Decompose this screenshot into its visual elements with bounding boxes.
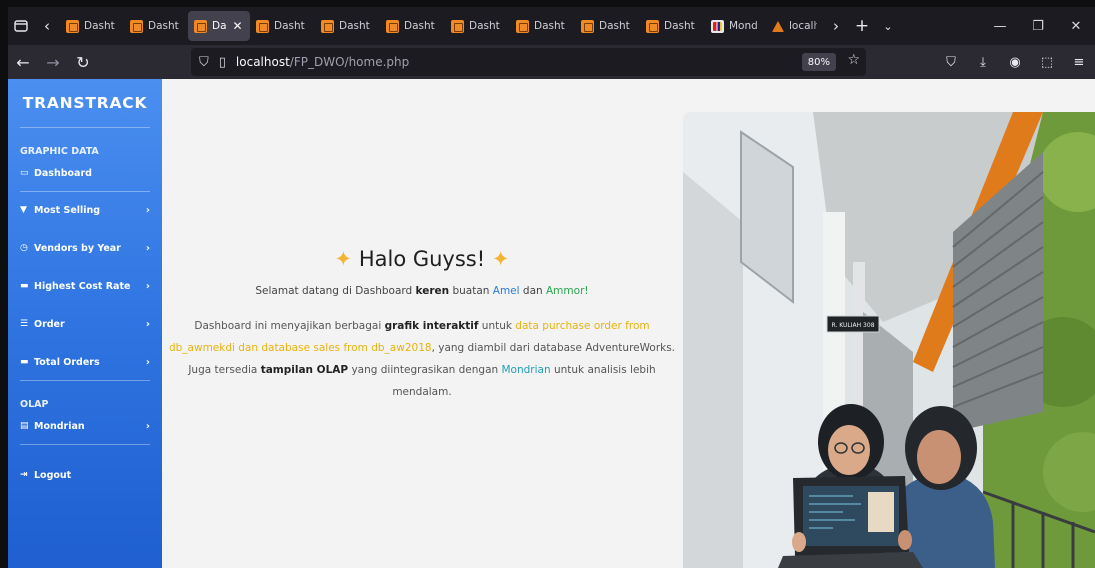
tab-dashboard-2[interactable]: Dasht [124, 11, 188, 41]
list-icon: ☰ [20, 319, 29, 329]
xampp-icon [194, 19, 207, 33]
tab-dashboard-9[interactable]: Dasht [640, 11, 705, 41]
ticket-icon: ▬ [20, 357, 29, 367]
xampp-icon [256, 19, 269, 33]
apache-feather-icon [771, 20, 784, 33]
tab-dashboard-4[interactable]: Dasht [315, 11, 380, 41]
room-sign-text: R. KULIAH 308 [831, 322, 874, 329]
xampp-icon [130, 19, 143, 33]
author-name: Amel [492, 285, 520, 297]
database-icon: ▤ [20, 421, 29, 431]
restore-icon[interactable]: ❐ [1019, 11, 1057, 41]
chevron-right-icon: › [145, 280, 150, 292]
sidebar-divider [20, 191, 150, 192]
sidebar-item-order[interactable]: ☰ Order › [8, 314, 162, 334]
tab-dashboard-8[interactable]: Dasht [575, 11, 640, 41]
sidebar-item-logout[interactable]: ⇥ Logout [8, 465, 162, 485]
chevron-right-icon: › [145, 420, 150, 432]
tab-dashboard-7[interactable]: Dasht [510, 11, 575, 41]
reload-icon[interactable]: ↻ [68, 47, 98, 77]
clock-icon: ◷ [20, 243, 28, 253]
tab-dashboard-5[interactable]: Dasht [380, 11, 445, 41]
page-viewport: TRANSTRACK GRAPHIC DATA ▭ Dashboard ▼ Most… [8, 79, 1095, 568]
navigation-toolbar: ← → ↻ ⛉ ▯ localhost/FP_DWO/home.php 80% … [8, 45, 1095, 79]
section-olap: OLAP [20, 399, 49, 410]
url-path: /FP_DWO/home.php [289, 55, 410, 69]
xampp-icon [581, 19, 594, 33]
account-icon[interactable]: ◉ [999, 47, 1031, 77]
page-title: ✦ Halo Guyss! ✦ [334, 247, 510, 271]
cart-icon: ▼ [20, 205, 27, 215]
close-tab-icon[interactable]: ✕ [233, 19, 243, 33]
pocket-icon[interactable]: ⛉ [935, 47, 967, 77]
sidebar-divider [20, 127, 150, 128]
logout-icon: ⇥ [20, 470, 28, 480]
chevron-right-icon: › [145, 242, 150, 254]
minimize-icon[interactable]: — [981, 11, 1019, 41]
menu-icon[interactable]: ≡ [1063, 47, 1095, 77]
tab-dashboard-active[interactable]: Da ✕ [188, 11, 250, 41]
description-text: Dashboard ini menyajikan berbagai grafik… [168, 320, 676, 398]
sidebar-item-mondrian[interactable]: ▤ Mondrian › [8, 416, 162, 436]
tab-dashboard-6[interactable]: Dasht [445, 11, 510, 41]
ticket-icon: ▬ [20, 281, 29, 291]
tab-list: Dasht Dasht Da ✕ Dasht Dasht Dasht Dasht … [60, 11, 823, 41]
chevron-right-icon: › [145, 356, 150, 368]
team-photo: R. KULIAH 308 [683, 112, 1095, 568]
download-icon[interactable]: ⤓ [967, 47, 999, 77]
xampp-icon [516, 19, 529, 33]
tab-localhost[interactable]: localh [765, 11, 823, 41]
sparkles-icon: ✦ [334, 247, 353, 271]
sparkles-icon: ✦ [491, 247, 510, 271]
sidebar-item-total-orders[interactable]: ▬ Total Orders › [8, 352, 162, 372]
bookmark-star-icon[interactable]: ☆ [847, 52, 860, 68]
author-name: Ammor! [546, 285, 589, 297]
url-host: localhost [235, 55, 290, 69]
brand-logo[interactable]: TRANSTRACK [8, 79, 162, 127]
xampp-icon [386, 19, 399, 33]
xampp-icon [66, 19, 79, 33]
close-window-icon[interactable]: ✕ [1057, 11, 1095, 41]
sidebar-divider [20, 444, 150, 445]
address-bar[interactable]: ⛉ ▯ localhost/FP_DWO/home.php 80% ☆ [191, 48, 866, 76]
sidebar-divider [20, 380, 150, 381]
back-arrow-icon[interactable]: ← [8, 47, 38, 77]
sidebar-item-highest-cost-rate[interactable]: ▬ Highest Cost Rate › [8, 276, 162, 296]
xampp-icon [646, 19, 659, 33]
sidebar: TRANSTRACK GRAPHIC DATA ▭ Dashboard ▼ Most… [8, 79, 162, 568]
chevron-right-icon: › [145, 204, 150, 216]
tab-dashboard-1[interactable]: Dasht [60, 11, 124, 41]
tabs-scroll-right-icon[interactable]: › [823, 11, 849, 41]
mondrian-icon [711, 19, 724, 33]
forward-arrow-icon[interactable]: → [38, 47, 68, 77]
zoom-level-button[interactable]: 80% [801, 53, 836, 71]
xampp-icon [321, 19, 334, 33]
tab-overview-icon[interactable] [8, 11, 34, 41]
extensions-icon[interactable]: ⬚ [1031, 47, 1063, 77]
xampp-icon [451, 19, 464, 33]
page-icon[interactable]: ▯ [219, 55, 226, 70]
monitor-icon: ▭ [20, 168, 29, 178]
tab-strip: ‹ Dasht Dasht Da ✕ Dasht Dasht Dasht Dash… [8, 7, 1095, 45]
tab-mondrian[interactable]: Mond [705, 11, 765, 41]
welcome-text: Selamat datang di Dashboard keren buatan… [255, 285, 589, 297]
shield-icon[interactable]: ⛉ [199, 55, 209, 70]
browser-window: ‹ Dasht Dasht Da ✕ Dasht Dasht Dasht Dash… [0, 0, 1095, 568]
tabs-scroll-left-icon[interactable]: ‹ [34, 11, 60, 41]
section-graphic-data: GRAPHIC DATA [20, 146, 99, 157]
sidebar-item-most-selling[interactable]: ▼ Most Selling › [8, 200, 162, 220]
list-all-tabs-icon[interactable]: ⌄ [875, 11, 901, 41]
sidebar-item-dashboard[interactable]: ▭ Dashboard [8, 163, 162, 183]
sidebar-item-vendors-by-year[interactable]: ◷ Vendors by Year › [8, 238, 162, 258]
chevron-right-icon: › [145, 318, 150, 330]
mondrian-link[interactable]: Mondrian [502, 364, 551, 376]
new-tab-icon[interactable]: + [849, 11, 875, 41]
tab-dashboard-3[interactable]: Dasht [250, 11, 315, 41]
